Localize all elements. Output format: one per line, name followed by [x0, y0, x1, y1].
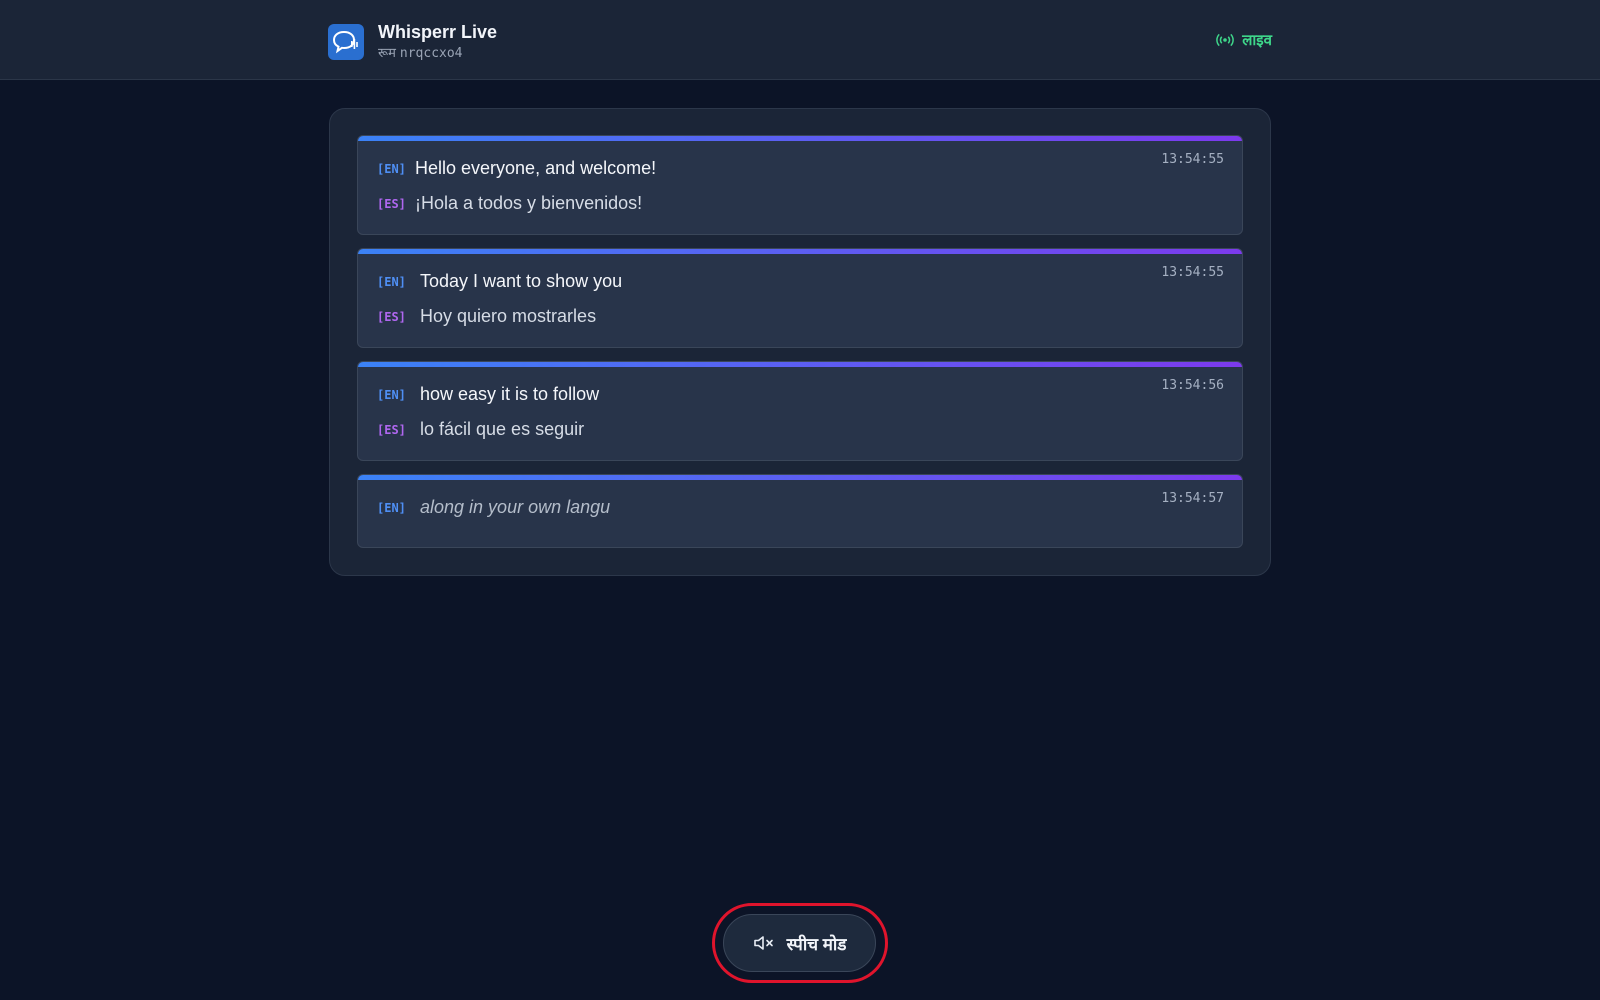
transcript-panel: 13:54:55 [EN] Hello everyone, and welcom…: [329, 108, 1271, 576]
message-time: 13:54:55: [1161, 152, 1224, 167]
spanish-tag: [ES]: [377, 422, 406, 437]
speech-mode-label: स्पीच मोड: [786, 934, 847, 954]
english-tag: [EN]: [377, 274, 406, 289]
spanish-tag: [ES]: [377, 196, 406, 211]
live-label: लाइव: [1242, 32, 1272, 49]
spanish-line: [ES] ¡Hola a todos y bienvenidos!: [377, 193, 642, 214]
spanish-text: Hoy quiero mostrarles: [420, 306, 597, 326]
english-text: Today I want to show you: [420, 271, 623, 291]
room-label: रूम: [378, 45, 396, 60]
english-tag: [EN]: [377, 161, 406, 176]
spanish-tag: [ES]: [377, 309, 406, 324]
transcript-card: 13:54:56 [EN] how easy it is to follow […: [357, 361, 1243, 461]
card-accent-bar: [358, 249, 1242, 254]
english-line: [EN] Hello everyone, and welcome!: [377, 158, 656, 179]
message-time: 13:54:56: [1161, 378, 1224, 393]
english-text: Hello everyone, and welcome!: [415, 158, 657, 178]
spanish-line: [ES] Hoy quiero mostrarles: [377, 306, 596, 327]
english-tag: [EN]: [377, 500, 406, 515]
chat-logo-icon: [328, 24, 364, 60]
transcript-card-partial: 13:54:57 [EN] along in your own langu: [357, 474, 1243, 548]
top-bar: Whisperr Live रूम nrqccxo4 लाइव: [0, 0, 1600, 80]
card-accent-bar: [358, 362, 1242, 367]
app-title: Whisperr Live: [378, 22, 498, 42]
card-accent-bar: [358, 136, 1242, 141]
english-text: how easy it is to follow: [420, 384, 600, 404]
brand: Whisperr Live रूम nrqccxo4: [328, 22, 497, 62]
english-line: [EN] Today I want to show you: [377, 271, 622, 292]
spanish-line: [ES] lo fácil que es seguir: [377, 419, 584, 440]
transcript-card: 13:54:55 [EN] Today I want to show you […: [357, 248, 1243, 348]
card-accent-bar: [358, 475, 1242, 480]
english-line: [EN] along in your own langu: [377, 497, 610, 518]
speaker-muted-icon: [753, 936, 773, 950]
broadcast-icon: [1216, 33, 1235, 47]
message-time: 13:54:55: [1161, 265, 1224, 280]
transcript-card: 13:54:55 [EN] Hello everyone, and welcom…: [357, 135, 1243, 235]
room-info: रूम nrqccxo4: [378, 45, 497, 62]
english-line: [EN] how easy it is to follow: [377, 384, 599, 405]
spanish-text: lo fácil que es seguir: [420, 419, 585, 439]
english-tag: [EN]: [377, 387, 406, 402]
message-time: 13:54:57: [1161, 491, 1224, 506]
room-id: nrqccxo4: [399, 46, 463, 61]
english-text-partial: along in your own langu: [420, 497, 611, 517]
speech-mode-button[interactable]: स्पीच मोड: [723, 914, 876, 972]
spanish-text: ¡Hola a todos y bienvenidos!: [415, 193, 643, 213]
live-status: लाइव: [1216, 30, 1272, 50]
